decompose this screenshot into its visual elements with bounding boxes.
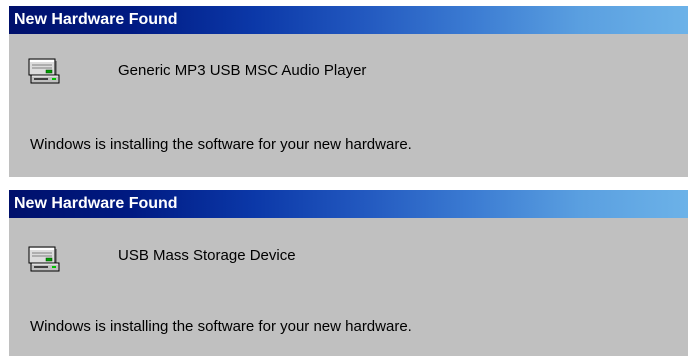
dialog-title: New Hardware Found bbox=[14, 195, 178, 212]
title-bar[interactable]: New Hardware Found bbox=[9, 6, 688, 34]
device-name: USB Mass Storage Device bbox=[118, 247, 296, 264]
hardware-device-icon bbox=[28, 58, 60, 84]
dialog-title: New Hardware Found bbox=[14, 11, 178, 28]
hardware-device-icon bbox=[28, 246, 60, 272]
new-hardware-dialog: New Hardware Found Generic MP3 USB MSC A… bbox=[9, 6, 688, 177]
status-message: Windows is installing the software for y… bbox=[30, 318, 412, 335]
title-bar[interactable]: New Hardware Found bbox=[9, 190, 688, 218]
device-name: Generic MP3 USB MSC Audio Player bbox=[118, 62, 367, 79]
status-message: Windows is installing the software for y… bbox=[30, 136, 412, 153]
new-hardware-dialog: New Hardware Found USB Mass Storage Devi… bbox=[9, 190, 688, 356]
